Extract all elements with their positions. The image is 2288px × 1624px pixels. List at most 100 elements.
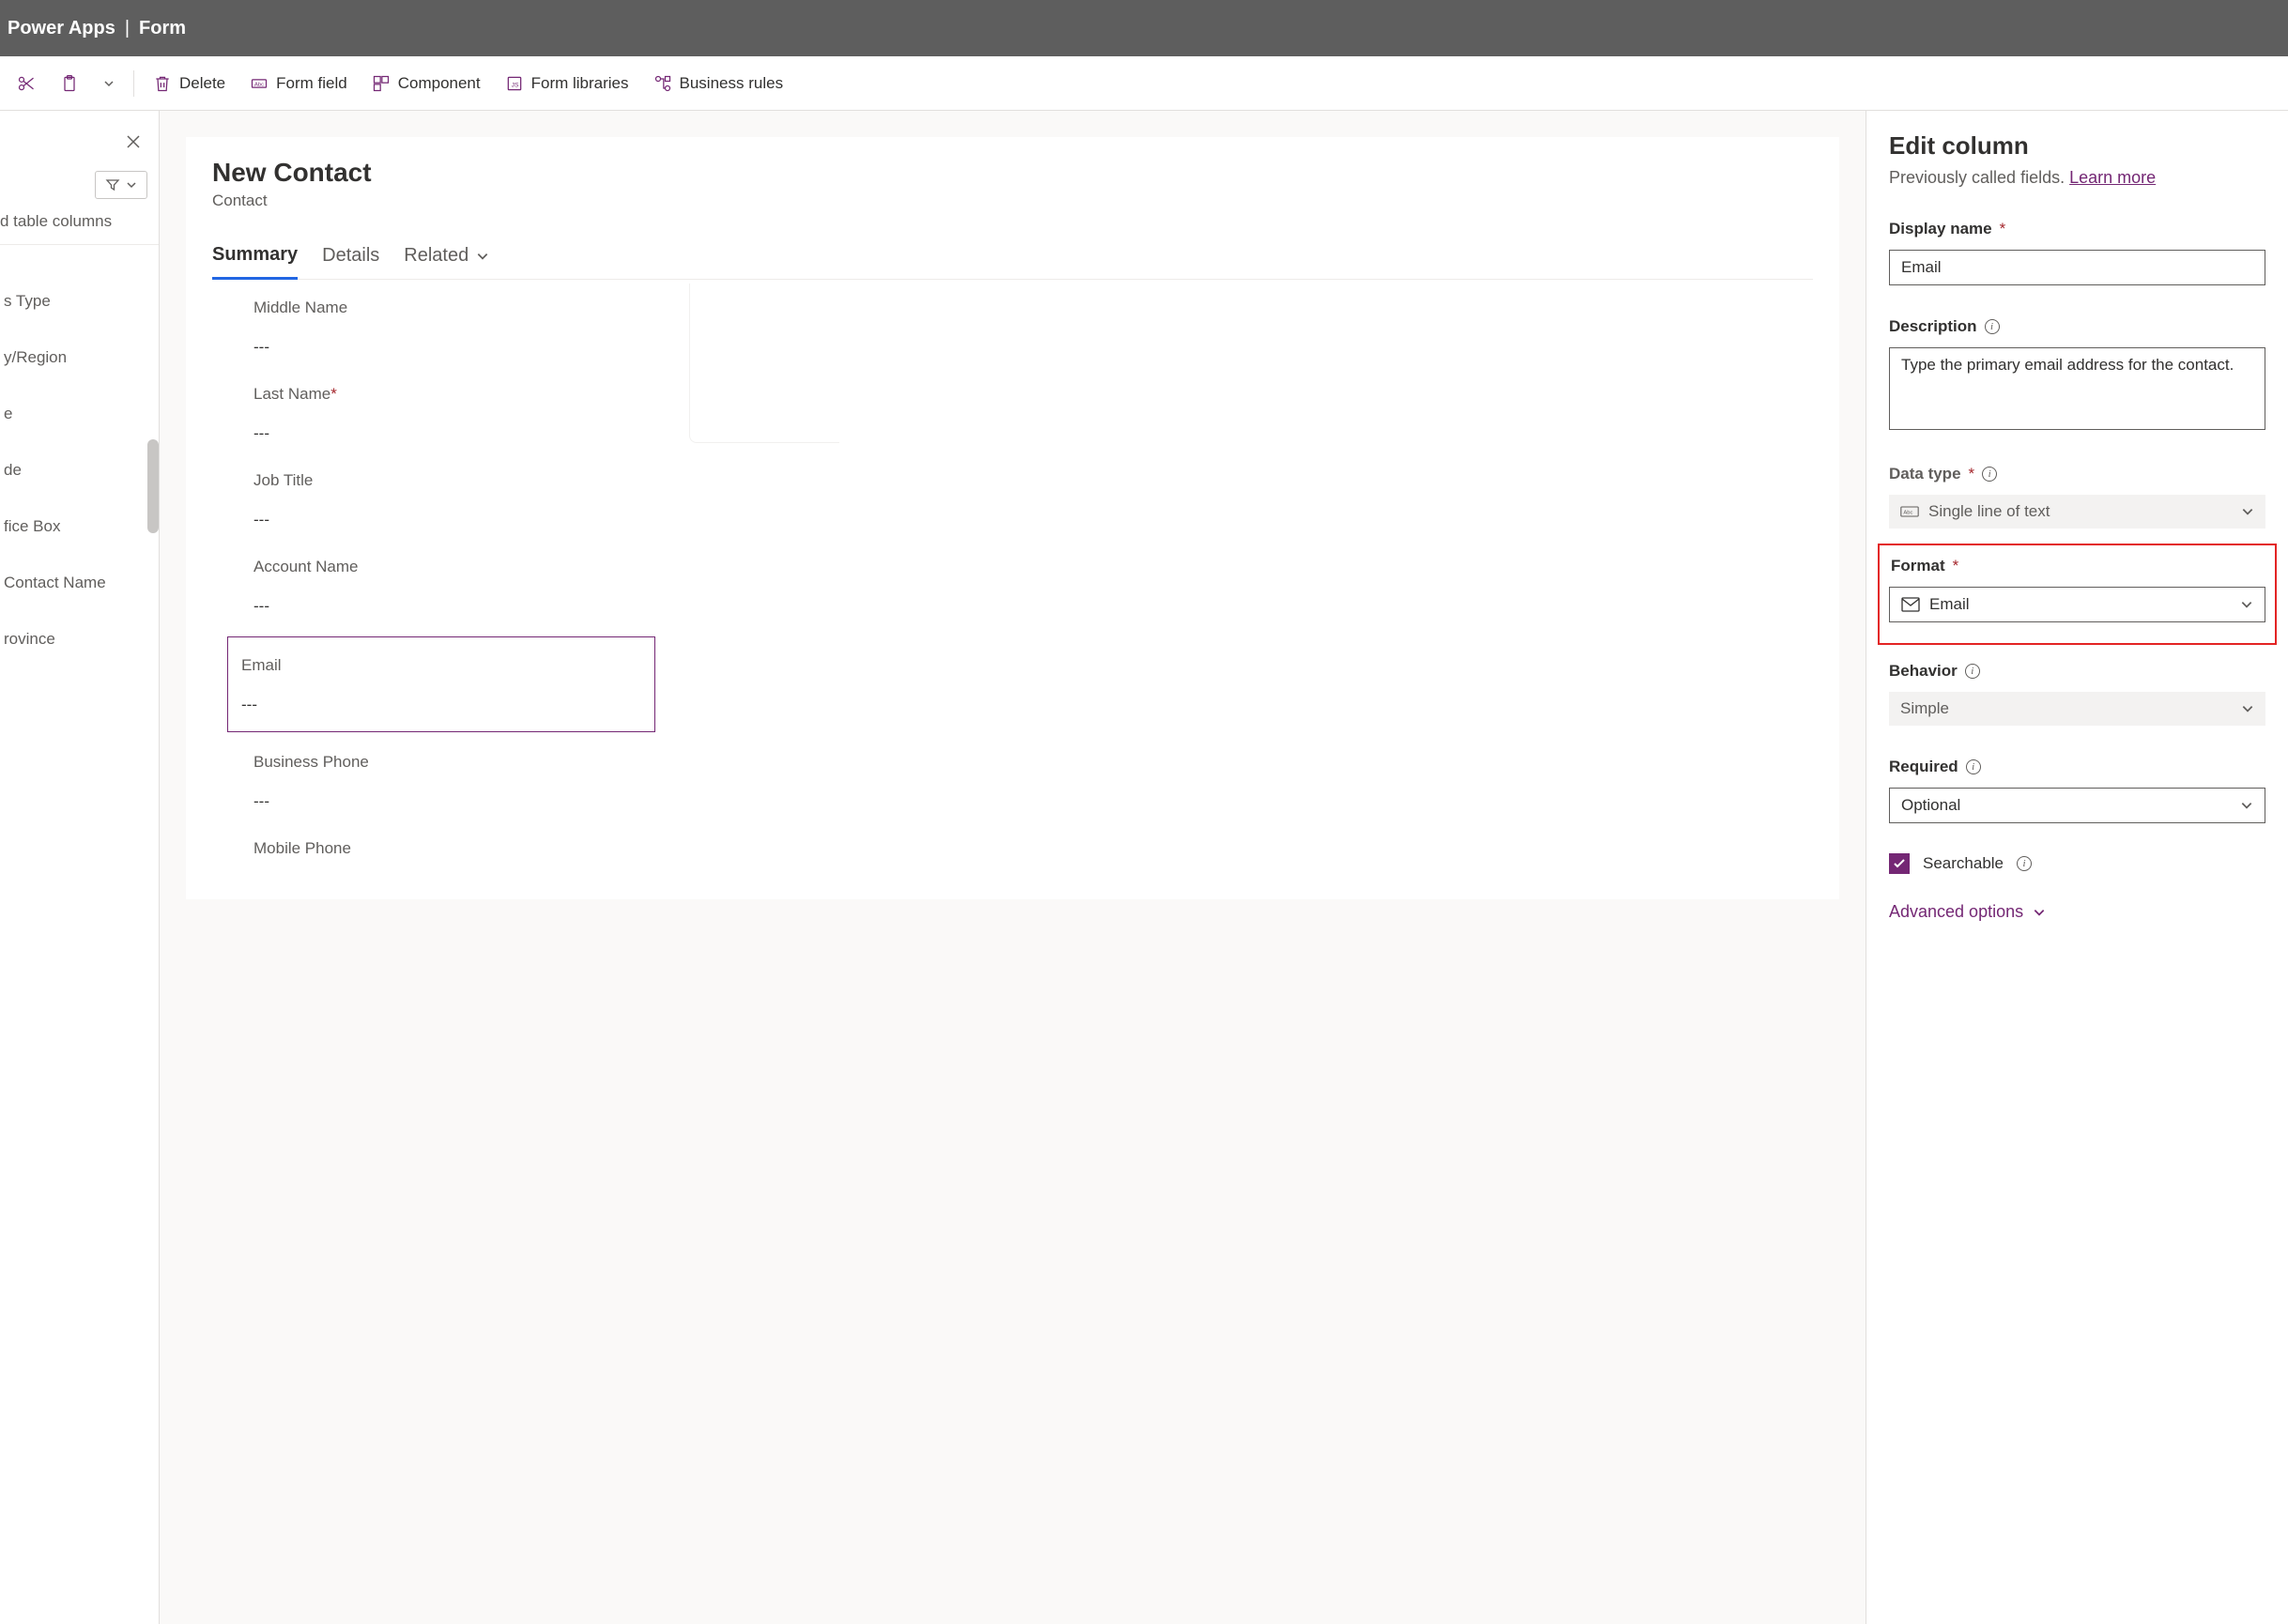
field-value: --- xyxy=(253,511,644,529)
field-value: --- xyxy=(253,424,644,443)
form-title: New Contact xyxy=(212,158,1813,188)
paste-button[interactable] xyxy=(51,69,88,99)
searchable-checkbox[interactable] xyxy=(1889,853,1910,874)
format-label: Format* xyxy=(1889,557,2265,575)
field-mobile-phone[interactable]: Mobile Phone xyxy=(253,832,644,866)
text-icon: Abc xyxy=(1900,505,1919,518)
form-field-button[interactable]: Abc Form field xyxy=(240,69,357,99)
form-field-label: Form field xyxy=(276,74,347,93)
data-type-label: Data type* i xyxy=(1889,465,2265,483)
list-item[interactable]: fice Box xyxy=(0,498,159,555)
filter-button[interactable] xyxy=(95,171,147,199)
list-item[interactable]: s Type xyxy=(0,273,159,329)
advanced-options-link[interactable]: Advanced options xyxy=(1889,902,2265,922)
toolbar: Delete Abc Form field Component JS Form … xyxy=(0,56,2288,111)
behavior-select: Simple xyxy=(1889,692,2265,726)
scrollbar-thumb[interactable] xyxy=(147,439,159,533)
component-label: Component xyxy=(398,74,481,93)
left-pane: d table columns s Type y/Region e de fic… xyxy=(0,111,160,1624)
chevron-down-icon xyxy=(2241,505,2254,518)
form-side-placeholder xyxy=(689,283,839,443)
info-icon[interactable]: i xyxy=(2017,856,2032,871)
business-rules-label: Business rules xyxy=(680,74,784,93)
header-separator: | xyxy=(125,18,130,39)
field-value: --- xyxy=(241,696,641,714)
chevron-down-icon xyxy=(2240,799,2253,812)
field-middle-name[interactable]: Middle Name --- xyxy=(253,291,644,364)
svg-text:JS: JS xyxy=(511,82,518,88)
scissors-icon xyxy=(17,74,36,93)
field-job-title[interactable]: Job Title --- xyxy=(253,464,644,537)
filter-icon xyxy=(105,177,120,192)
list-item[interactable]: rovince xyxy=(0,611,159,667)
field-account-name[interactable]: Account Name --- xyxy=(253,550,644,623)
info-icon[interactable]: i xyxy=(1966,759,1981,774)
column-list: s Type y/Region e de fice Box Contact Na… xyxy=(0,273,159,667)
searchable-row: Searchable i xyxy=(1889,853,2265,874)
info-icon[interactable]: i xyxy=(1965,664,1980,679)
form-canvas: New Contact Contact Summary Details Rela… xyxy=(160,111,1866,1624)
close-left-pane-button[interactable] xyxy=(125,133,142,150)
chevron-down-icon xyxy=(2241,702,2254,715)
field-email[interactable]: Email --- xyxy=(227,636,655,732)
delete-button[interactable]: Delete xyxy=(144,69,235,99)
field-label: Business Phone xyxy=(253,753,644,772)
component-icon xyxy=(372,74,391,93)
display-name-label: Display name* xyxy=(1889,220,2265,238)
chevron-down-icon xyxy=(2033,906,2046,919)
form-subtitle: Contact xyxy=(212,192,1813,210)
chevron-down-icon xyxy=(476,250,489,263)
description-input[interactable] xyxy=(1889,347,2265,430)
list-item[interactable]: y/Region xyxy=(0,329,159,386)
toolbar-separator xyxy=(133,70,134,97)
field-business-phone[interactable]: Business Phone --- xyxy=(253,745,644,819)
flow-icon xyxy=(653,74,672,93)
info-icon[interactable]: i xyxy=(1985,319,2000,334)
display-name-input[interactable] xyxy=(1889,250,2265,285)
panel-subtitle: Previously called fields. Learn more xyxy=(1889,168,2265,188)
field-value: --- xyxy=(253,338,644,357)
list-item[interactable]: e xyxy=(0,386,159,442)
component-button[interactable]: Component xyxy=(362,69,490,99)
list-item[interactable]: Contact Name xyxy=(0,555,159,611)
panel-title: Edit column xyxy=(1889,131,2265,161)
data-type-select: Abc Single line of text xyxy=(1889,495,2265,529)
format-select[interactable]: Email xyxy=(1889,587,2265,622)
field-last-name[interactable]: Last Name* --- xyxy=(253,377,644,451)
info-icon[interactable]: i xyxy=(1982,467,1997,482)
list-item[interactable]: de xyxy=(0,442,159,498)
edit-column-panel: Edit column Previously called fields. Le… xyxy=(1866,111,2288,1624)
cut-button[interactable] xyxy=(8,69,45,99)
text-field-icon: Abc xyxy=(250,74,269,93)
email-icon xyxy=(1901,597,1920,612)
clipboard-icon xyxy=(60,74,79,93)
field-label: Middle Name xyxy=(253,299,644,317)
chevron-down-icon xyxy=(2240,598,2253,611)
tab-summary[interactable]: Summary xyxy=(212,244,298,280)
page-name: Form xyxy=(139,18,186,39)
chevron-down-icon xyxy=(126,179,137,191)
tab-details[interactable]: Details xyxy=(322,245,379,278)
form-tabs: Summary Details Related xyxy=(212,244,1813,280)
field-label: Mobile Phone xyxy=(253,839,644,858)
business-rules-button[interactable]: Business rules xyxy=(644,69,793,99)
required-select[interactable]: Optional xyxy=(1889,788,2265,823)
form-card: New Contact Contact Summary Details Rela… xyxy=(186,137,1839,899)
field-label: Last Name* xyxy=(253,385,644,404)
paste-dropdown[interactable] xyxy=(94,72,124,95)
searchable-label: Searchable xyxy=(1923,854,2004,873)
field-label: Account Name xyxy=(253,558,644,576)
svg-text:Abc: Abc xyxy=(254,82,264,87)
tab-related-label: Related xyxy=(404,245,468,267)
learn-more-link[interactable]: Learn more xyxy=(2069,168,2156,187)
required-label: Required i xyxy=(1889,758,2265,776)
left-section-label: d table columns xyxy=(0,199,159,245)
form-libraries-button[interactable]: JS Form libraries xyxy=(496,69,638,99)
description-label: Description i xyxy=(1889,317,2265,336)
field-value: --- xyxy=(253,597,644,616)
js-icon: JS xyxy=(505,74,524,93)
field-value: --- xyxy=(253,792,644,811)
form-libraries-label: Form libraries xyxy=(531,74,629,93)
tab-related[interactable]: Related xyxy=(404,245,489,278)
app-header: Power Apps | Form xyxy=(0,0,2288,56)
